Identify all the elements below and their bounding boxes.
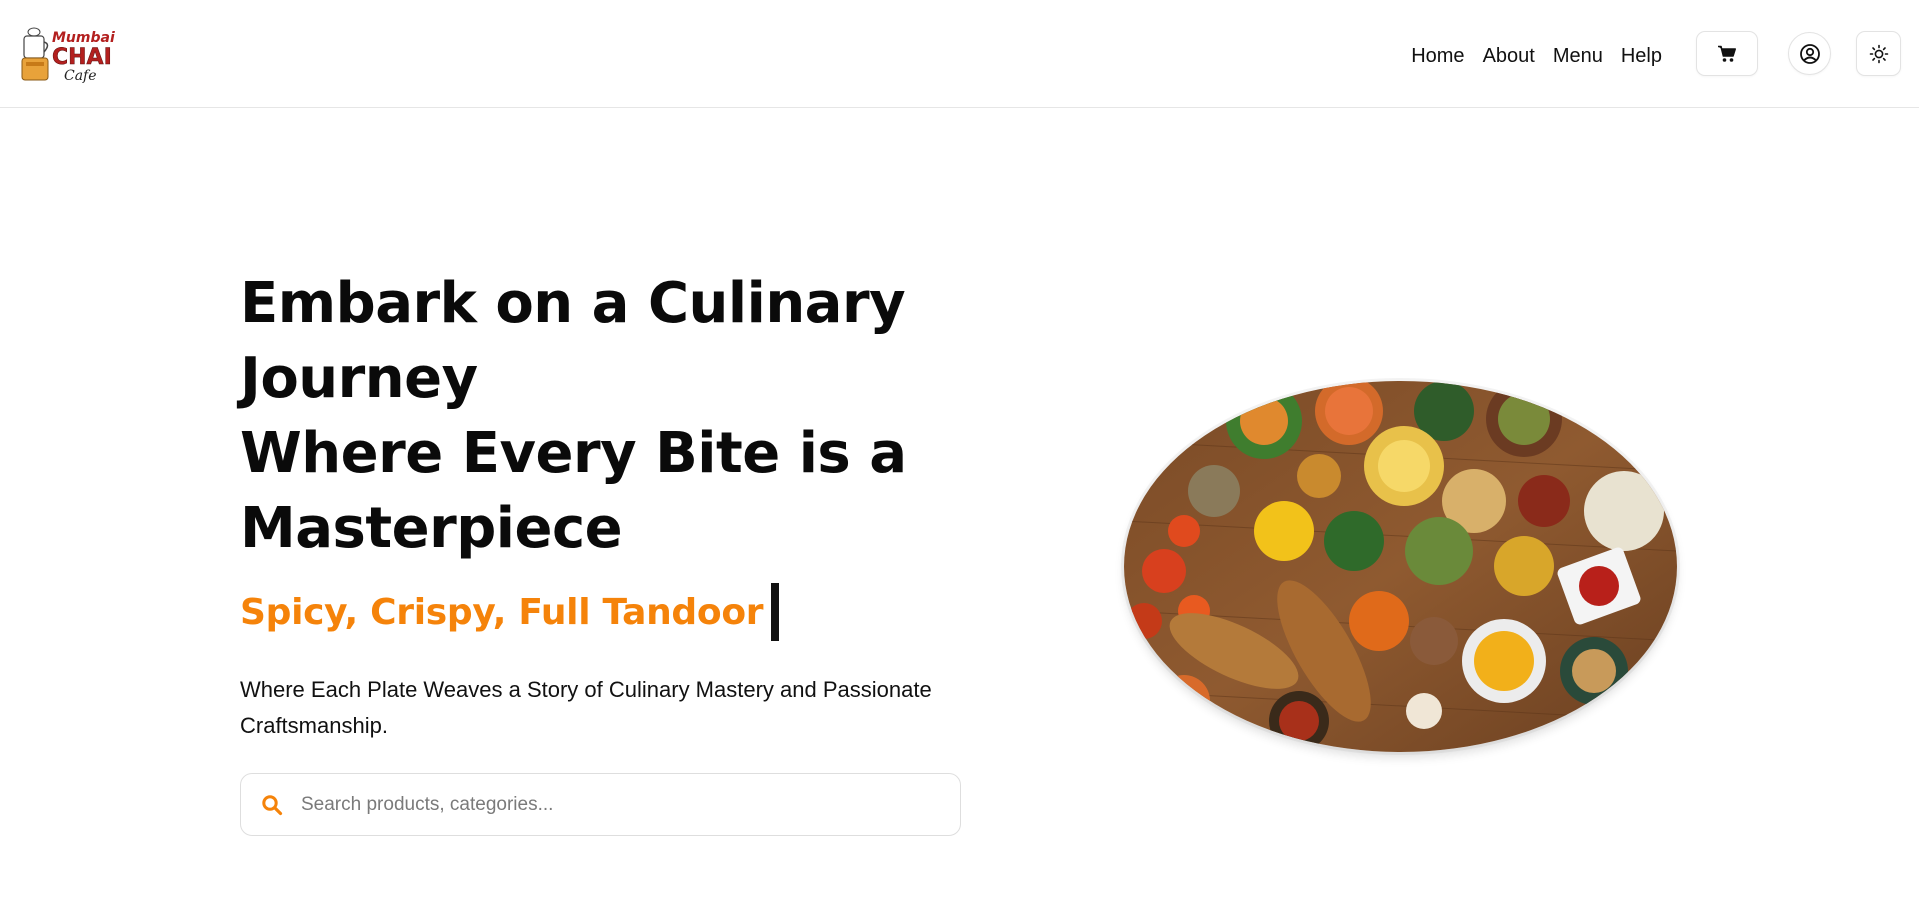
svg-text:CHAI: CHAI (52, 45, 112, 70)
hero-title: Embark on a Culinary Journey Where Every… (240, 266, 940, 566)
hero-title-line: Masterpiece (240, 496, 623, 561)
search-icon (259, 792, 285, 818)
hero-title-line: Embark on a Culinary (240, 271, 906, 336)
nav-about-link[interactable]: About (1474, 40, 1544, 72)
mumbai-chai-cafe-logo: Mumbai CHAI Cafe (21, 27, 115, 84)
shopping-cart-icon (1718, 45, 1736, 62)
main-nav: Home About Menu Help (1402, 40, 1671, 72)
hero-subtitle: Where Each Plate Weaves a Story of Culin… (240, 672, 970, 744)
hero-title-line: Where Every Bite is a (240, 421, 907, 486)
hero-subtitle-line: Where Each Plate Weaves a Story of Culin… (240, 677, 932, 702)
user-circle-icon (1799, 43, 1820, 64)
brand-logo[interactable]: Mumbai CHAI Cafe (20, 24, 120, 86)
nav-home-link[interactable]: Home (1402, 40, 1473, 72)
site-header: Mumbai CHAI Cafe Home About Menu Help (0, 0, 1919, 108)
hero-title-line: Journey (240, 346, 478, 411)
svg-text:Mumbai: Mumbai (52, 30, 115, 46)
cart-button[interactable] (1696, 31, 1758, 76)
sun-icon (1869, 44, 1888, 63)
account-button[interactable] (1788, 32, 1831, 75)
typed-text: Spicy, Crispy, Full Tandoor (240, 591, 764, 633)
hero-subtitle-line: Craftsmanship. (240, 713, 388, 738)
typewriter-tagline: Spicy, Crispy, Full Tandoor (240, 583, 780, 641)
typing-caret (771, 583, 780, 641)
nav-menu-link[interactable]: Menu (1544, 40, 1612, 72)
search-bar[interactable] (240, 773, 961, 836)
nav-help-link[interactable]: Help (1612, 40, 1671, 72)
svg-text:Cafe: Cafe (64, 68, 97, 84)
food-spread-photo (1124, 381, 1677, 752)
theme-toggle-button[interactable] (1856, 31, 1901, 76)
search-input[interactable] (301, 793, 921, 816)
